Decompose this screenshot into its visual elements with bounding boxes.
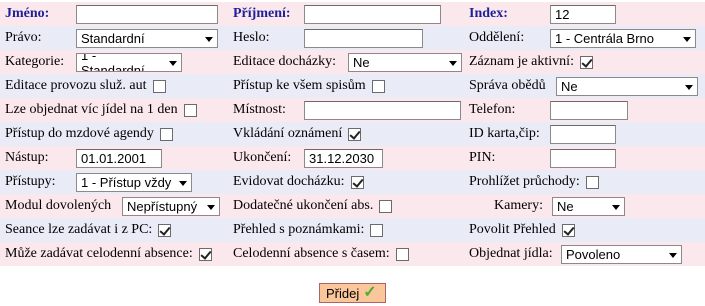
form-row: Přístup do mzdové agendy Vkládání oznáme…	[0, 122, 705, 146]
record-active-label: Záznam je aktivní:	[469, 54, 574, 69]
form-row: Editace provozu služ. aut Přístup ke vše…	[0, 74, 705, 98]
access-select[interactable]: 1 - Přístup vždy	[76, 173, 192, 192]
form-row: Lze objednat víc jídel na 1 den Místnost…	[0, 98, 705, 122]
chevron-down-icon	[685, 85, 693, 90]
record-active-checkbox[interactable]	[579, 55, 593, 69]
last-name-input[interactable]	[304, 5, 441, 24]
phone-input[interactable]	[550, 101, 628, 120]
access-select-value: 1 - Přístup vždy	[81, 175, 172, 190]
cameras-label: Kamery:	[494, 198, 543, 213]
card-id-label: ID karta,čip:	[469, 126, 540, 141]
password-input[interactable]	[304, 29, 423, 48]
checkmark-icon: ✓	[363, 284, 377, 301]
room-label: Místnost:	[233, 102, 286, 117]
form-row: Seance lze zadávat i z PC: Přehled s poz…	[0, 218, 705, 242]
additional-end-label: Dodatečné ukončení abs.	[233, 198, 374, 213]
attendance-edit-label: Editace docházky:	[233, 54, 337, 69]
right-label: Právo:	[5, 30, 42, 45]
track-attendance-label: Evidovat docházku:	[233, 174, 345, 189]
form-row: Modul dovolených Nepřístupný Dodatečné u…	[0, 194, 705, 218]
sessions-pc-checkbox[interactable]	[158, 223, 172, 237]
lunch-management-select[interactable]: Ne	[556, 77, 698, 96]
start-date-input[interactable]: 01.01.2001	[76, 149, 162, 168]
category-select[interactable]: 1 - Standardní	[76, 53, 182, 72]
vacation-module-select[interactable]: Nepřístupný	[122, 197, 220, 216]
add-button[interactable]: Přidej ✓	[319, 283, 386, 303]
end-date-label: Ukončení:	[233, 150, 292, 165]
first-name-label: Jméno:	[5, 6, 50, 21]
order-meals-label: Objednat jídla:	[469, 246, 553, 261]
category-select-value: 1 - Standardní	[81, 53, 145, 72]
car-service-edit-checkbox[interactable]	[152, 79, 166, 93]
multiple-meals-label: Lze objednat víc jídel na 1 den	[5, 102, 178, 117]
chevron-down-icon	[669, 253, 677, 258]
chevron-down-icon	[205, 37, 213, 42]
end-date-input[interactable]: 31.12.2030	[304, 149, 383, 168]
room-input[interactable]	[304, 101, 461, 120]
full-day-absence-time-checkbox[interactable]	[395, 247, 409, 261]
cameras-select-value: Ne	[557, 199, 574, 214]
pin-input[interactable]	[550, 149, 616, 168]
chevron-down-icon	[683, 37, 691, 42]
chevron-down-icon	[169, 61, 177, 66]
card-id-input[interactable]	[550, 125, 616, 144]
phone-label: Telefon:	[469, 102, 516, 117]
cameras-select[interactable]: Ne	[552, 197, 625, 216]
start-date-label: Nástup:	[5, 150, 49, 165]
attendance-edit-select-value: Ne	[353, 55, 370, 70]
access-label: Přístupy:	[5, 174, 56, 189]
all-files-access-label: Přístup ke všem spisům	[233, 78, 366, 93]
password-label: Heslo:	[233, 30, 270, 45]
form-row: Kategorie: 1 - Standardní Editace docház…	[0, 50, 705, 74]
department-select[interactable]: 1 - Centrála Brno	[550, 29, 696, 48]
chevron-down-icon	[449, 61, 457, 66]
form-row: Nástup: 01.01.2001 Ukončení: 31.12.2030 …	[0, 146, 705, 170]
right-select[interactable]: Standardní	[76, 29, 218, 48]
form-row: Může zadávat celodenní absence: Celodenn…	[0, 242, 705, 266]
department-label: Oddělení:	[469, 30, 525, 45]
order-meals-select[interactable]: Povoleno	[561, 245, 682, 264]
payroll-access-label: Přístup do mzdové agendy	[5, 126, 154, 141]
full-day-absence-checkbox[interactable]	[198, 247, 212, 261]
payroll-access-checkbox[interactable]	[159, 127, 173, 141]
chevron-down-icon	[207, 205, 215, 210]
index-input[interactable]: 12	[550, 5, 616, 24]
first-name-input[interactable]	[76, 5, 218, 24]
department-select-value: 1 - Centrála Brno	[555, 31, 654, 46]
vacation-module-select-value: Nepřístupný	[127, 199, 198, 214]
all-files-access-checkbox[interactable]	[371, 79, 385, 93]
additional-end-checkbox[interactable]	[379, 199, 393, 213]
form-row: Přístupy: 1 - Přístup vždy Evidovat doch…	[0, 170, 705, 194]
allow-overview-label: Povolit Přehled	[469, 222, 556, 237]
user-form: Jméno: Příjmení: Index: 12 Právo: Standa…	[0, 0, 705, 266]
order-meals-select-value: Povoleno	[566, 247, 621, 262]
index-label: Index:	[469, 6, 508, 21]
category-label: Kategorie:	[5, 54, 65, 69]
lunch-management-select-value: Ne	[561, 79, 578, 94]
view-passages-checkbox[interactable]	[585, 175, 599, 189]
full-day-absence-label: Může zadávat celodenní absence:	[5, 246, 193, 261]
view-passages-label: Prohlížet průchody:	[469, 174, 580, 189]
vacation-module-label: Modul dovolených	[5, 198, 112, 213]
form-row: Jméno: Příjmení: Index: 12	[0, 2, 705, 26]
attendance-edit-select[interactable]: Ne	[348, 53, 462, 72]
right-select-value: Standardní	[81, 31, 145, 46]
notes-overview-checkbox[interactable]	[370, 223, 384, 237]
chevron-down-icon	[612, 205, 620, 210]
notes-overview-label: Přehled s poznámkami:	[233, 222, 365, 237]
chevron-down-icon	[179, 181, 187, 186]
track-attendance-checkbox[interactable]	[350, 175, 364, 189]
add-button-label: Přidej	[326, 285, 360, 301]
announcements-checkbox[interactable]	[348, 127, 362, 141]
car-service-edit-label: Editace provozu služ. aut	[5, 78, 147, 93]
full-day-absence-time-label: Celodenní absence s časem:	[233, 246, 390, 261]
lunch-management-label: Správa obědů	[469, 78, 546, 93]
sessions-pc-label: Seance lze zadávat i z PC:	[5, 222, 153, 237]
last-name-label: Příjmení:	[233, 6, 291, 21]
announcements-label: Vkládání oznámení	[233, 126, 343, 141]
form-row: Právo: Standardní Heslo: Oddělení: 1 - C…	[0, 26, 705, 50]
allow-overview-checkbox[interactable]	[561, 223, 575, 237]
pin-label: PIN:	[469, 150, 496, 165]
multiple-meals-checkbox[interactable]	[183, 103, 197, 117]
